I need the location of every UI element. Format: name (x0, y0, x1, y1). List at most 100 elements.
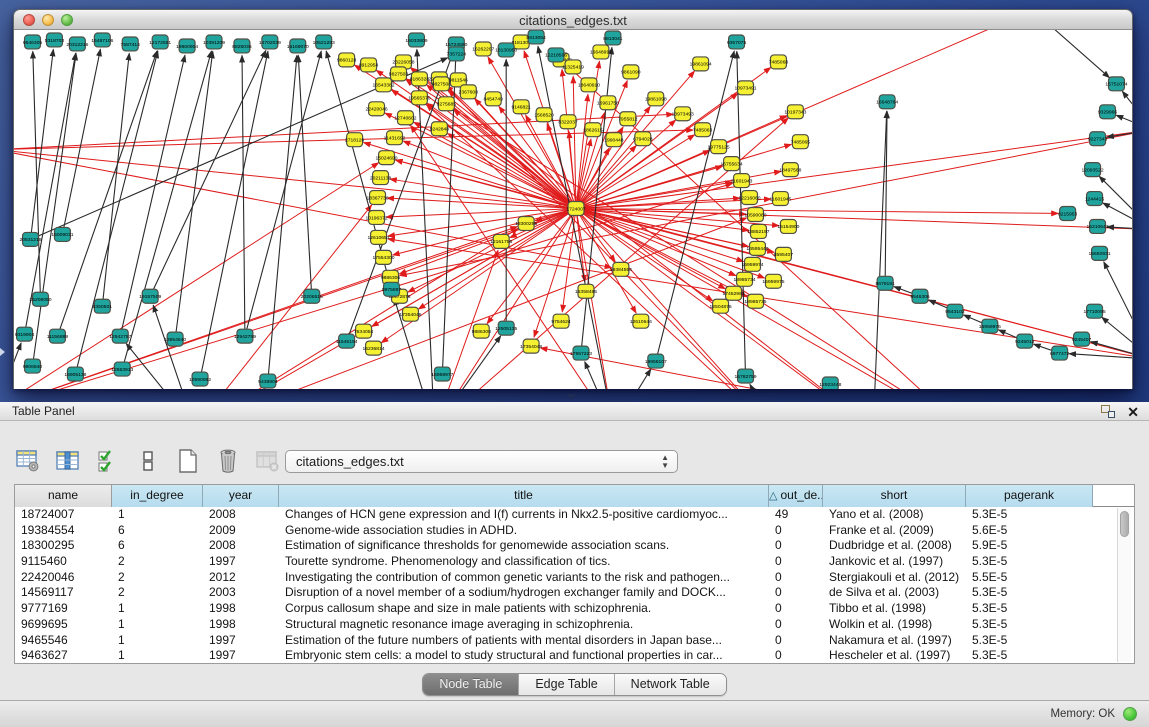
table-cell[interactable]: Corpus callosum shape and size in male p… (279, 601, 769, 617)
table-cell[interactable]: de Silva et al. (2003) (823, 585, 966, 601)
graph-node[interactable]: 12923448 (819, 377, 841, 389)
table-cell[interactable]: Jankovic et al. (1997) (823, 554, 966, 570)
tab-node-table[interactable]: Node Table (423, 674, 519, 695)
graph-node[interactable]: 15487106 (91, 33, 113, 47)
graph-edge[interactable] (14, 343, 21, 389)
graph-edge[interactable] (576, 30, 1033, 209)
table-cell[interactable]: 5.5E-5 (966, 570, 1093, 586)
graph-node[interactable]: 16961758 (597, 96, 619, 110)
graph-node[interactable]: 19384554 (610, 262, 632, 276)
row-layout-icon[interactable] (134, 448, 161, 475)
graph-node[interactable]: 16782759 (734, 369, 756, 383)
graph-node[interactable]: 16959976 (979, 319, 1001, 333)
graph-node[interactable]: 17957223 (570, 346, 592, 360)
tab-edge-table[interactable]: Edge Table (519, 674, 614, 695)
table-cell[interactable]: 9699695 (15, 617, 112, 633)
graph-node[interactable]: 9546306 (910, 289, 930, 303)
graph-node[interactable]: 17354048 (520, 339, 542, 353)
table-cell[interactable]: 5.3E-5 (966, 554, 1093, 570)
table-cell[interactable]: 6 (112, 538, 203, 554)
table-cell[interactable]: 0 (769, 523, 823, 539)
graph-edge[interactable] (614, 369, 651, 389)
column-header-year[interactable]: year (203, 485, 279, 507)
graph-node[interactable]: 9242848 (430, 122, 450, 136)
graph-node[interactable]: 2367608 (459, 85, 479, 99)
table-cell[interactable]: Disruption of a novel member of a sodium… (279, 585, 769, 601)
graph-node[interactable]: 15024690 (375, 151, 397, 165)
graph-edge[interactable] (75, 51, 157, 374)
network-graph-canvas[interactable]: 1724007224080181956537012740602114316921… (14, 30, 1132, 389)
graph-node[interactable]: 12610651 (367, 230, 389, 244)
table-cell[interactable]: 2008 (203, 507, 279, 523)
table-cell[interactable]: 1 (112, 633, 203, 649)
graph-node[interactable]: 8813054 (526, 30, 546, 44)
graph-node[interactable]: 15358485 (575, 284, 597, 298)
graph-node[interactable]: 5318703 (45, 33, 65, 47)
graph-node[interactable]: 7357224 (447, 47, 467, 61)
graph-node[interactable]: 16648997 (590, 45, 612, 59)
table-cell[interactable]: 5.9E-5 (966, 538, 1093, 554)
graph-node[interactable]: 18852197 (747, 224, 769, 238)
table-cell[interactable]: 5.3E-5 (966, 648, 1093, 664)
graph-edge[interactable] (14, 163, 379, 389)
graph-node[interactable]: 8595407 (774, 247, 794, 261)
graph-node[interactable]: 13954640 (164, 332, 186, 346)
graph-node[interactable]: 9886308 (472, 324, 492, 338)
table-cell[interactable]: 1 (112, 601, 203, 617)
graph-node[interactable]: 16210643 (1086, 219, 1108, 233)
graph-node[interactable]: 1862615 (583, 123, 603, 137)
table-cell[interactable]: 6 (112, 523, 203, 539)
table-cell[interactable]: Wolkin et al. (1998) (823, 617, 966, 633)
graph-node[interactable]: 20206516 (301, 289, 323, 303)
graph-node[interactable]: 6977472 (1050, 346, 1070, 360)
graph-node[interactable]: 9245407 (1072, 332, 1092, 346)
table-cell[interactable]: 1 (112, 648, 203, 664)
graph-node[interactable]: 12505135 (495, 321, 517, 335)
column-header-pagerank[interactable]: pagerank (966, 485, 1093, 507)
table-cell[interactable]: 1998 (203, 617, 279, 633)
column-header-short[interactable]: short (823, 485, 966, 507)
table-cell[interactable]: 18300295 (15, 538, 112, 554)
table-cell[interactable]: 9463627 (15, 648, 112, 664)
table-cell[interactable]: 2012 (203, 570, 279, 586)
table-cell[interactable]: 0 (769, 601, 823, 617)
graph-node[interactable]: 15905138 (64, 367, 86, 381)
graph-node[interactable]: 12553913 (111, 362, 133, 376)
table-cell[interactable]: 2009 (203, 523, 279, 539)
graph-node[interactable]: 12942759 (234, 329, 256, 343)
graph-node[interactable]: 16959974 (741, 257, 763, 271)
column-header-title[interactable]: title (279, 485, 769, 507)
graph-node[interactable]: 11156889 (47, 329, 69, 343)
graph-node[interactable]: 12218506 (545, 48, 567, 62)
graph-node[interactable]: 11325419 (562, 60, 584, 74)
column-header-name[interactable]: name (15, 485, 112, 507)
table-cell[interactable]: 22420046 (15, 570, 112, 586)
table-cell[interactable]: Genome-wide association studies in ADHD. (279, 523, 769, 539)
graph-node[interactable]: 15009031 (51, 227, 73, 241)
graph-node[interactable]: 9975887 (382, 282, 402, 296)
graph-node[interactable]: 11431692 (384, 131, 406, 145)
graph-node[interactable]: 14702039 (259, 35, 281, 49)
graph-node[interactable]: 10973493 (672, 107, 694, 121)
table-cell[interactable]: Tourette syndrome. Phenomenology and cla… (279, 554, 769, 570)
table-row[interactable]: 969969511998Structural magnetic resonanc… (15, 617, 1134, 633)
graph-node[interactable]: 9806840 (23, 359, 43, 373)
graph-node[interactable]: 7485065 (791, 135, 811, 149)
table-cell[interactable]: Stergiakouli et al. (2012) (823, 570, 966, 586)
graph-edge[interactable] (62, 49, 100, 234)
table-row[interactable]: 1830029562008Estimation of significance … (15, 538, 1134, 554)
graph-edge[interactable] (298, 55, 311, 296)
table-cell[interactable]: 5.3E-5 (966, 507, 1093, 523)
table-cell[interactable]: 19384554 (15, 523, 112, 539)
graph-edge[interactable] (25, 53, 76, 334)
graph-node[interactable]: 16959975 (762, 274, 784, 288)
graph-node[interactable]: 9860128 (337, 53, 357, 67)
graph-node[interactable]: 16033809 (405, 33, 427, 47)
graph-node[interactable]: 1724007 (566, 202, 586, 216)
close-panel-icon[interactable]: ✕ (1127, 405, 1139, 419)
graph-node[interactable]: 9546305 (23, 35, 43, 49)
graph-node[interactable]: 19157509 (139, 289, 161, 303)
table-scrollbar[interactable] (1117, 508, 1131, 662)
table-cell[interactable]: 9465546 (15, 633, 112, 649)
graph-node[interactable]: 11601943 (731, 174, 753, 188)
